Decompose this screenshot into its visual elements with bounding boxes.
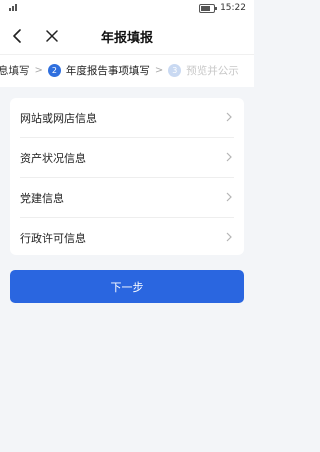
battery-icon xyxy=(199,3,218,13)
chevron-right-icon xyxy=(226,192,232,202)
list-item-license[interactable]: 行政许可信息 xyxy=(20,218,234,257)
step-arrow-icon: > xyxy=(154,65,164,76)
list-item-label: 行政许可信息 xyxy=(20,231,86,245)
status-time: 15:22 xyxy=(220,3,246,13)
page-title: 年报填报 xyxy=(100,31,153,46)
chevron-right-icon xyxy=(226,112,232,122)
step-2-label: 年度报告事项填写 xyxy=(65,65,150,77)
step-progress: 息填写 > 2 年度报告事项填写 > 3 预览并公示 xyxy=(0,54,254,87)
section-list: 网站或网店信息 资产状况信息 党建信息 行政许可信息 xyxy=(10,98,244,255)
list-item-label: 网站或网店信息 xyxy=(20,111,97,125)
nav-bar: 年报填报 xyxy=(0,18,254,54)
next-step-button[interactable]: 下一步 xyxy=(10,270,244,303)
step-1-label: 息填写 xyxy=(0,65,30,77)
step-arrow-icon: > xyxy=(34,65,43,76)
chevron-right-icon xyxy=(226,232,232,242)
step-3-number: 3 xyxy=(168,64,182,77)
step-3-label: 预览并公示 xyxy=(186,65,239,77)
list-item-label: 资产状况信息 xyxy=(20,151,86,165)
step-2-number: 2 xyxy=(47,64,61,77)
list-item-assets[interactable]: 资产状况信息 xyxy=(20,138,234,178)
signal-icon xyxy=(9,4,17,11)
status-bar: 15:22 xyxy=(0,0,254,18)
list-item-label: 党建信息 xyxy=(20,191,64,205)
chevron-right-icon xyxy=(226,152,232,162)
list-item-party[interactable]: 党建信息 xyxy=(20,178,234,218)
list-item-website[interactable]: 网站或网店信息 xyxy=(20,98,234,138)
